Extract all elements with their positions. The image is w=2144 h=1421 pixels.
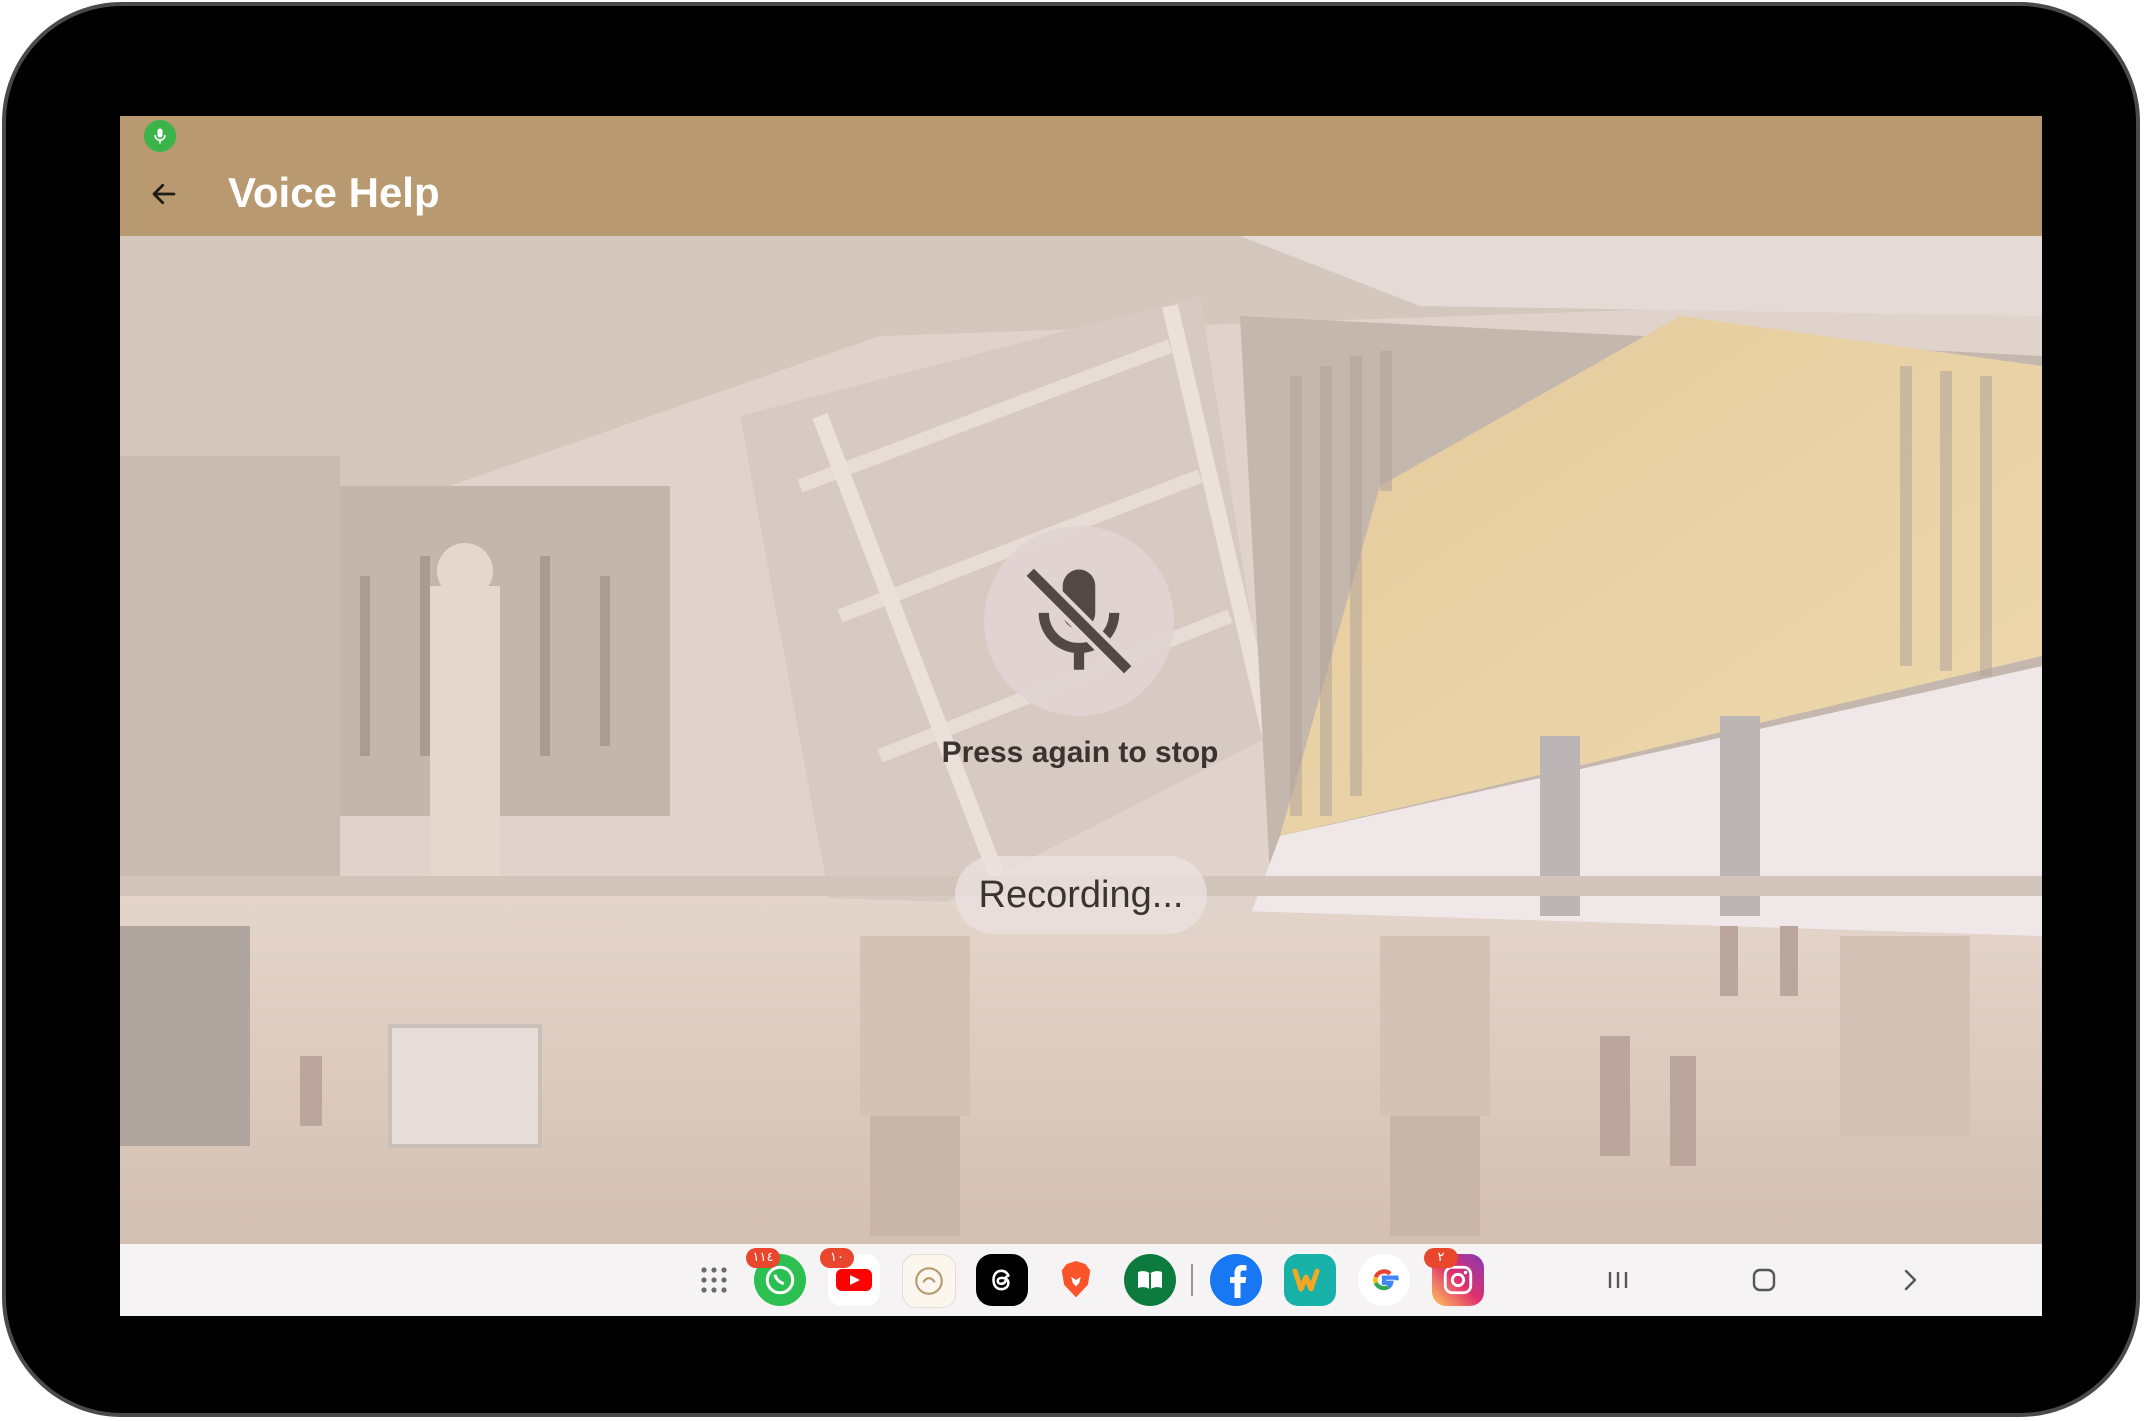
- arrow-left-icon: [152, 183, 176, 205]
- threads-icon: [992, 1269, 1010, 1291]
- facebook-icon: [1230, 1265, 1247, 1298]
- wattpad-icon: [1292, 1268, 1320, 1292]
- quran-reader-app[interactable]: [1124, 1254, 1176, 1306]
- page-title: Voice Help: [228, 169, 440, 216]
- recording-status: Recording...: [955, 856, 1207, 934]
- back-nav-button[interactable]: [1888, 1260, 1932, 1300]
- brave-app[interactable]: [1050, 1254, 1102, 1306]
- taskbar-divider: [1191, 1264, 1193, 1296]
- whatsapp-badge: ١١٤: [746, 1248, 780, 1268]
- home-icon: [1752, 1268, 1776, 1292]
- brave-icon: [1061, 1261, 1091, 1298]
- recents-icon: [1608, 1272, 1628, 1288]
- app-drawer-button[interactable]: [688, 1254, 740, 1306]
- stop-hint-text: Press again to stop: [941, 736, 1219, 769]
- wattpad-app[interactable]: [1284, 1254, 1336, 1306]
- youtube-badge: ١٠: [820, 1248, 854, 1268]
- google-icon: [1373, 1269, 1399, 1291]
- recents-button[interactable]: [1596, 1260, 1640, 1300]
- back-chevron-icon: [1904, 1269, 1917, 1291]
- instagram-icon: [1443, 1265, 1473, 1295]
- youtube-icon: [836, 1269, 872, 1291]
- app-bar: Voice Help: [120, 116, 2042, 236]
- mic-toggle-button[interactable]: [984, 526, 1174, 716]
- facebook-app[interactable]: [1210, 1254, 1262, 1306]
- quran-icon: [915, 1267, 943, 1295]
- instagram-badge: ٢: [1424, 1248, 1458, 1268]
- whatsapp-app[interactable]: ١١٤: [746, 1248, 806, 1306]
- recording-status-label: Recording...: [978, 873, 1184, 916]
- tablet-frame: Voice Help Press again to stop Recording…: [2, 2, 2140, 1417]
- taskbar: ١١٤ ١٠ ٢: [120, 1244, 2042, 1316]
- background-image: Press again to stop Recording...: [120, 236, 2042, 1244]
- back-button[interactable]: [142, 172, 186, 216]
- grid-icon: [701, 1267, 727, 1293]
- quran-app[interactable]: [902, 1254, 956, 1308]
- microphone-icon: [144, 120, 176, 152]
- instagram-app[interactable]: ٢: [1424, 1248, 1484, 1306]
- google-app[interactable]: [1358, 1254, 1410, 1306]
- home-button[interactable]: [1742, 1260, 1786, 1300]
- microphone-off-icon: [1023, 565, 1135, 677]
- screen: Voice Help Press again to stop Recording…: [120, 116, 2042, 1316]
- book-icon: [1138, 1271, 1162, 1290]
- youtube-app[interactable]: ١٠: [820, 1248, 880, 1306]
- threads-app[interactable]: [976, 1254, 1028, 1306]
